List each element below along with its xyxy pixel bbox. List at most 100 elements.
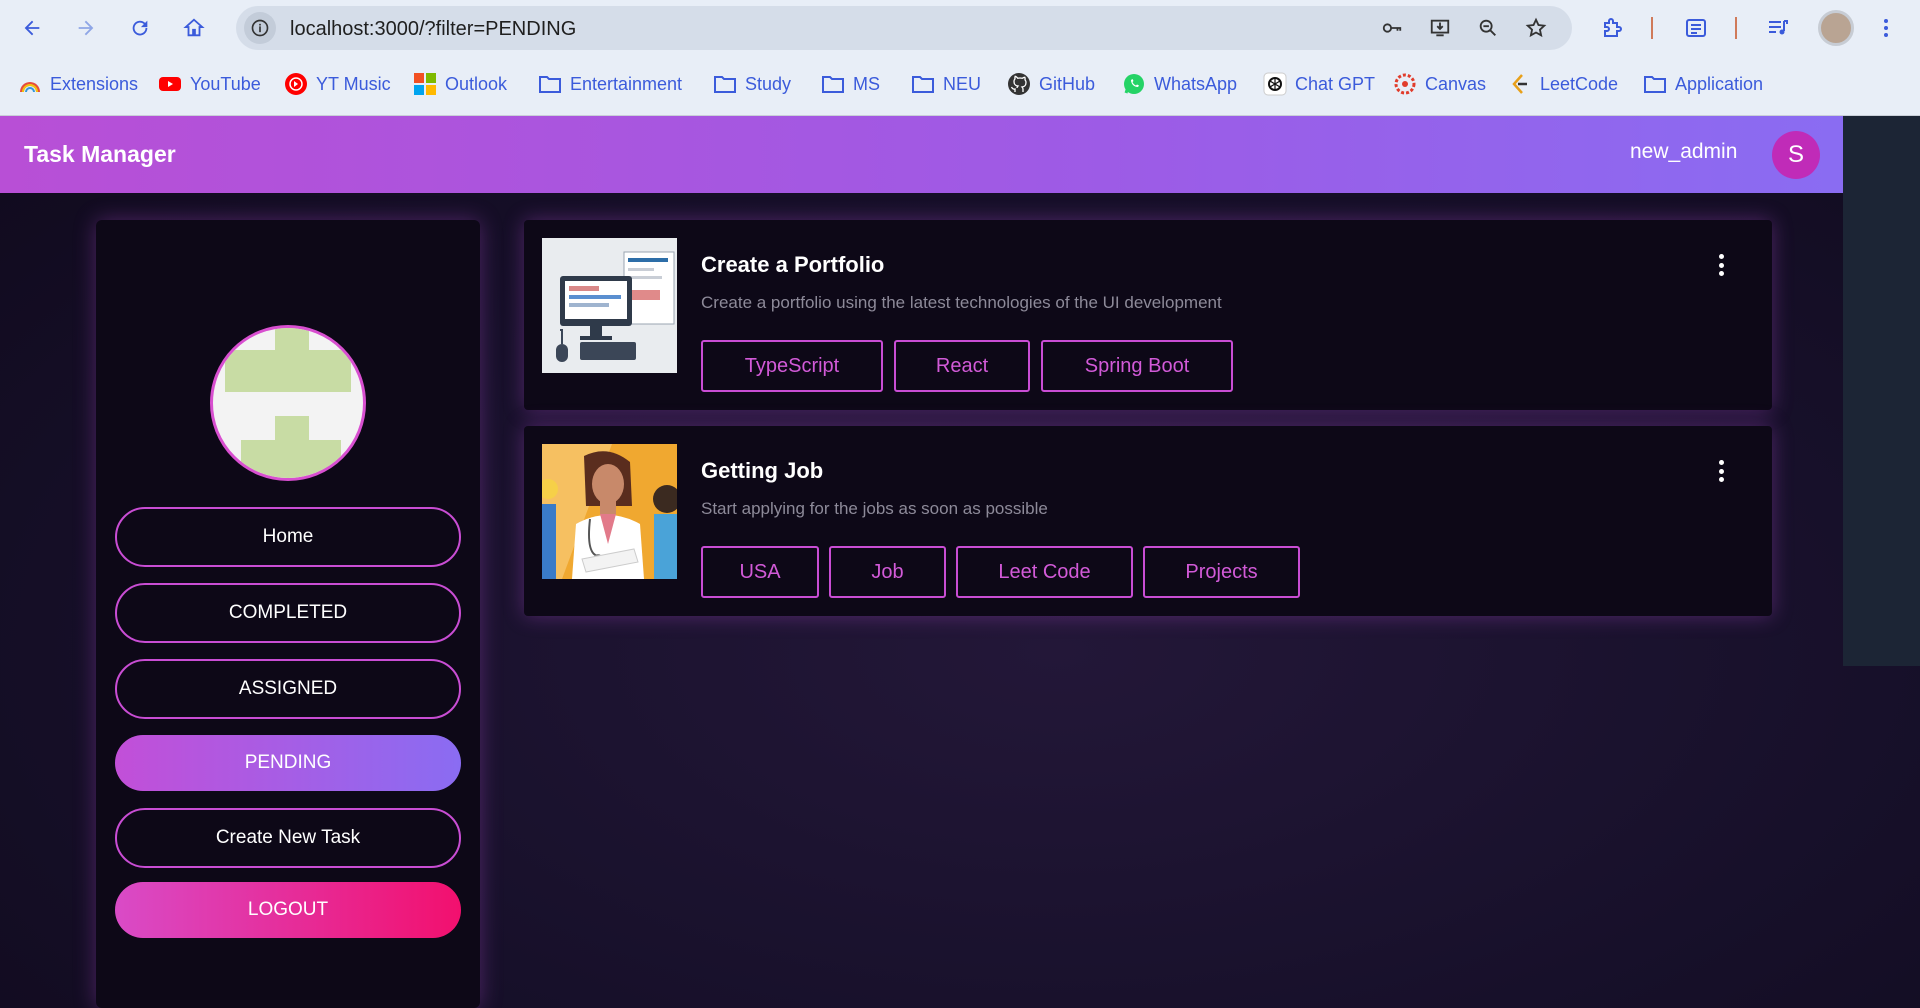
vertical-dots-icon bbox=[1884, 19, 1888, 37]
address-bar[interactable]: localhost:3000/?filter=PENDING bbox=[236, 6, 1572, 50]
bookmark-application[interactable]: Application bbox=[1643, 66, 1763, 102]
yt-music-icon bbox=[284, 72, 308, 96]
folder-icon bbox=[1643, 72, 1667, 96]
task-title: Create a Portfolio bbox=[701, 252, 885, 277]
extensions-button[interactable] bbox=[1596, 12, 1628, 44]
profile-image bbox=[210, 325, 366, 481]
dot bbox=[1718, 468, 1724, 474]
bookmark-yt-music[interactable]: YT Music bbox=[284, 66, 391, 102]
toolbar-separator bbox=[1735, 17, 1737, 39]
info-icon bbox=[251, 19, 269, 37]
canvas-icon bbox=[1393, 72, 1417, 96]
vertical-dots-icon bbox=[1718, 254, 1724, 259]
profile-pattern-block bbox=[225, 350, 351, 392]
bookmark-canvas[interactable]: Canvas bbox=[1393, 66, 1486, 102]
chatgpt-icon bbox=[1263, 72, 1287, 96]
key-icon bbox=[1382, 23, 1402, 33]
bookmark-entertainment[interactable]: Entertainment bbox=[538, 66, 682, 102]
bookmark-github[interactable]: GitHub bbox=[1007, 66, 1095, 102]
microsoft-icon bbox=[413, 72, 437, 96]
tag-chip[interactable]: Leet Code bbox=[956, 546, 1133, 598]
tag-chip[interactable]: React bbox=[894, 340, 1030, 392]
bookmark-ms[interactable]: MS bbox=[821, 66, 880, 102]
username: new_admin bbox=[1630, 140, 1738, 163]
app-root: Task Manager new_admin S Home COMPLETED … bbox=[0, 116, 1920, 1008]
browser-toolbar: localhost:3000/?filter=PENDING bbox=[0, 0, 1920, 56]
media-controls-button[interactable] bbox=[1762, 12, 1794, 44]
reload-button[interactable] bbox=[124, 12, 156, 44]
whatsapp-icon bbox=[1122, 72, 1146, 96]
github-icon bbox=[1007, 72, 1031, 96]
zoom-icon bbox=[1479, 19, 1496, 36]
bookmark-chat-gpt[interactable]: Chat GPT bbox=[1263, 66, 1375, 102]
tag-chip[interactable]: TypeScript bbox=[701, 340, 883, 392]
install-icon bbox=[1430, 19, 1450, 37]
tag-chip[interactable]: Job bbox=[829, 546, 946, 598]
back-button[interactable] bbox=[16, 12, 48, 44]
logout-button[interactable]: LOGOUT bbox=[115, 882, 461, 938]
arrow-left-icon bbox=[24, 20, 40, 36]
puzzle-icon bbox=[1604, 18, 1622, 37]
sidebar-item-completed[interactable]: COMPLETED bbox=[115, 583, 461, 643]
dot bbox=[1718, 271, 1724, 276]
install-app-button[interactable] bbox=[1426, 14, 1454, 42]
tag-chip[interactable]: USA bbox=[701, 546, 819, 598]
bookmark-study[interactable]: Study bbox=[713, 66, 791, 102]
youtube-icon bbox=[158, 72, 182, 96]
home-button[interactable] bbox=[178, 12, 210, 44]
folder-icon bbox=[911, 72, 935, 96]
task-description: Create a portfolio using the latest tech… bbox=[701, 293, 1222, 312]
bookmark-outlook[interactable]: Outlook bbox=[413, 66, 507, 102]
sidebar-item-pending[interactable]: PENDING bbox=[115, 735, 461, 791]
profile-pattern-block bbox=[275, 328, 309, 350]
task-thumbnail bbox=[542, 444, 677, 579]
browser-chrome: localhost:3000/?filter=PENDING Extension… bbox=[0, 0, 1920, 116]
task-menu-button[interactable] bbox=[1709, 456, 1733, 486]
page-background-strip bbox=[1843, 116, 1920, 666]
arrow-right-icon bbox=[78, 20, 94, 36]
leetcode-icon bbox=[1508, 72, 1532, 96]
profile-pattern-gap bbox=[225, 328, 267, 350]
site-info-button[interactable] bbox=[244, 12, 276, 44]
star-icon bbox=[1525, 17, 1547, 38]
password-key-button[interactable] bbox=[1378, 14, 1406, 42]
computer-illustration-icon bbox=[542, 238, 677, 373]
dot bbox=[1718, 262, 1724, 268]
task-menu-button[interactable] bbox=[1709, 250, 1733, 280]
bookmark-neu[interactable]: NEU bbox=[911, 66, 981, 102]
task-thumbnail bbox=[542, 238, 677, 373]
reload-icon bbox=[132, 20, 148, 36]
browser-menu-button[interactable] bbox=[1870, 12, 1902, 44]
folder-icon bbox=[821, 72, 845, 96]
reading-list-icon bbox=[1686, 19, 1706, 37]
user-avatar[interactable]: S bbox=[1772, 131, 1820, 179]
bookmark-star-button[interactable] bbox=[1522, 14, 1550, 42]
sidebar: Home COMPLETED ASSIGNED PENDING Create N… bbox=[96, 220, 480, 1008]
task-title: Getting Job bbox=[701, 458, 824, 483]
reading-list-button[interactable] bbox=[1680, 12, 1712, 44]
sidebar-item-create-new-task[interactable]: Create New Task bbox=[115, 808, 461, 868]
bookmark-extensions[interactable]: Extensions bbox=[18, 66, 138, 102]
folder-icon bbox=[538, 72, 562, 96]
tag-chip[interactable]: Projects bbox=[1143, 546, 1300, 598]
profile-avatar[interactable] bbox=[1818, 10, 1854, 46]
sidebar-item-home[interactable]: Home bbox=[115, 507, 461, 567]
bookmark-whatsapp[interactable]: WhatsApp bbox=[1122, 66, 1237, 102]
app-title[interactable]: Task Manager bbox=[24, 141, 176, 168]
toolbar-separator bbox=[1651, 17, 1653, 39]
bookmark-leetcode[interactable]: LeetCode bbox=[1508, 66, 1618, 102]
profile-pattern-block bbox=[275, 416, 309, 440]
bookmarks-bar: Extensions YouTube YT Music Outlook Ente… bbox=[0, 66, 1920, 102]
avatar-letter: S bbox=[1787, 141, 1804, 168]
bookmark-youtube[interactable]: YouTube bbox=[158, 66, 261, 102]
music-queue-icon bbox=[1769, 20, 1788, 35]
profile-pattern-gap bbox=[309, 328, 339, 350]
task-card: Create a Portfolio Create a portfolio us… bbox=[524, 220, 1772, 410]
tag-chip[interactable]: Spring Boot bbox=[1041, 340, 1233, 392]
forward-button[interactable] bbox=[70, 12, 102, 44]
url-text[interactable]: localhost:3000/?filter=PENDING bbox=[290, 18, 576, 41]
task-description: Start applying for the jobs as soon as p… bbox=[701, 499, 1048, 518]
sidebar-item-assigned[interactable]: ASSIGNED bbox=[115, 659, 461, 719]
zoom-button[interactable] bbox=[1474, 14, 1502, 42]
app-header: Task Manager new_admin S bbox=[0, 116, 1843, 193]
